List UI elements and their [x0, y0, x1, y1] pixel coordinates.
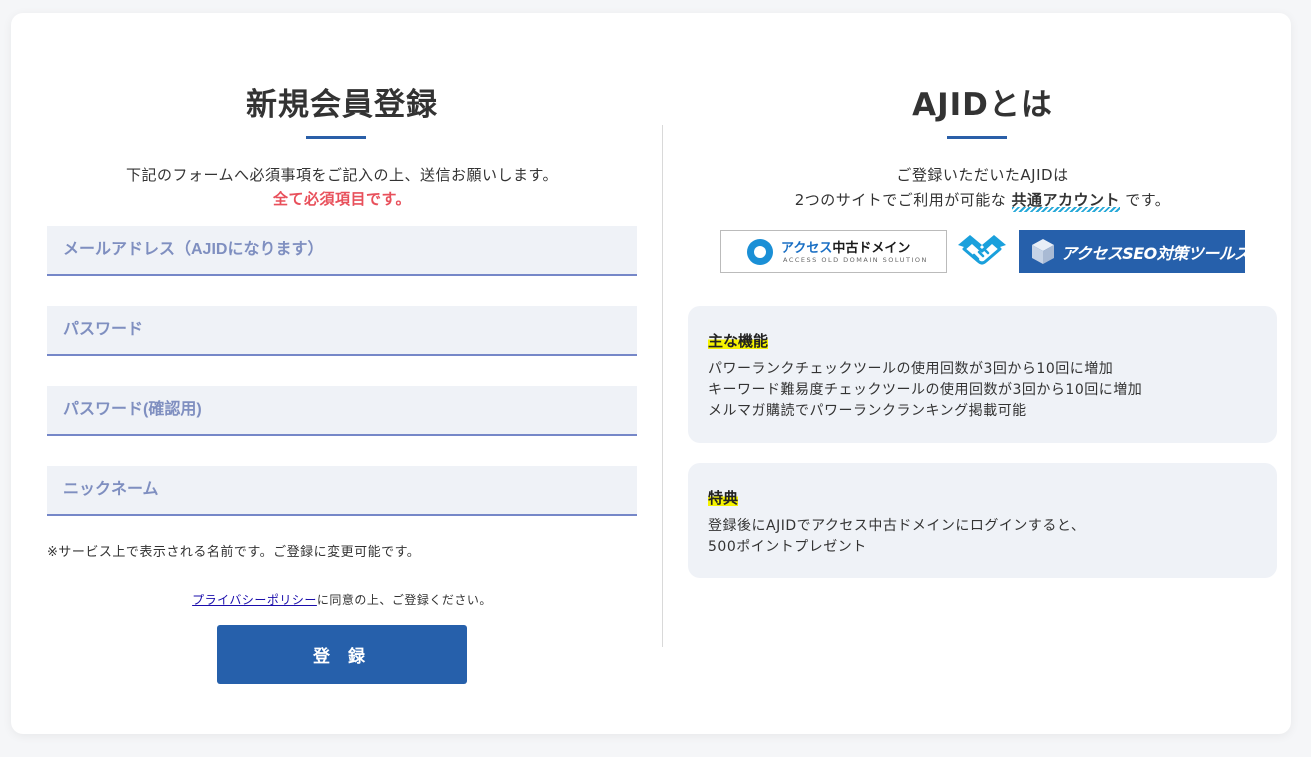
access-old-domain-logo: アクセス中古ドメイン ACCESS OLD DOMAIN SOLUTION [720, 230, 947, 273]
aod-logo-name-blue: アクセス [781, 241, 833, 256]
email-field-wrapper [47, 226, 637, 276]
access-seo-tools-logo: アクセスSEO対策ツールズ [1019, 230, 1250, 273]
ajid-intro-line1: ご登録いただいたAJIDは [896, 166, 1069, 184]
nickname-note: ※サービス上で表示される名前です。ご登録に変更可能です。 [47, 545, 421, 560]
cube-icon [1032, 239, 1054, 264]
registration-card: 新規会員登録 下記のフォームへ必須事項をご記入の上、送信お願いします。 全て必須… [11, 13, 1291, 734]
ajid-title: AJIDとは [912, 87, 1053, 123]
nickname-field-wrapper [47, 466, 637, 516]
feature-item: パワーランクチェックツールの使用回数が3回から10回に増加 [708, 361, 1114, 377]
password-field-wrapper [47, 306, 637, 356]
partner-logos: アクセス中古ドメイン ACCESS OLD DOMAIN SOLUTION アク… [720, 230, 1250, 273]
aod-logo-name: アクセス中古ドメイン [781, 237, 910, 256]
register-button[interactable]: 登 録 [217, 625, 467, 684]
register-title: 新規会員登録 [246, 87, 438, 123]
seo-logo-name: アクセスSEO対策ツールズ [1061, 244, 1250, 263]
email-field[interactable] [47, 226, 637, 274]
aod-mark-icon [747, 239, 773, 265]
shared-account-highlight: 共通アカウント [1011, 191, 1121, 212]
privacy-consent-text: に同意の上、ご登録ください。 [316, 593, 492, 607]
ajid-intro-line2: 2つのサイトでご利用が可能な 共通アカウント です。 [688, 188, 1277, 213]
nickname-field[interactable] [47, 466, 637, 514]
password-confirm-field[interactable] [47, 386, 637, 434]
feature-item: キーワード難易度チェックツールの使用回数が3回から10回に増加 [708, 382, 1143, 398]
ajid-title-underline [947, 136, 1007, 139]
privacy-consent: プライバシーポリシーに同意の上、ご登録ください。 [47, 591, 637, 608]
required-note: 全て必須項目です。 [272, 190, 411, 208]
aod-logo-name-black: 中古ドメイン [832, 241, 911, 256]
column-divider [662, 125, 663, 647]
aod-logo-subtitle: ACCESS OLD DOMAIN SOLUTION [783, 256, 928, 264]
perks-title: 特典 [708, 487, 739, 508]
perk-item: 500ポイントプレゼント [708, 539, 867, 555]
ajid-intro-text: 2つのサイトでご利用が可能な [794, 191, 1012, 209]
handshake-icon [958, 235, 1006, 265]
password-field[interactable] [47, 306, 637, 354]
ajid-intro-suffix: です。 [1120, 191, 1171, 209]
features-box: 主な機能 パワーランクチェックツールの使用回数が3回から10回に増加 キーワード… [688, 306, 1277, 443]
perks-box: 特典 登録後にAJIDでアクセス中古ドメインにログインすると、 500ポイントプ… [688, 463, 1277, 578]
password-confirm-field-wrapper [47, 386, 637, 436]
intro-text: 下記のフォームへ必須事項をご記入の上、送信お願いします。 [125, 166, 559, 184]
features-title: 主な機能 [708, 330, 769, 351]
ajid-intro: ご登録いただいたAJIDは 2つのサイトでご利用が可能な 共通アカウント です。 [688, 163, 1277, 213]
register-intro: 下記のフォームへ必須事項をご記入の上、送信お願いします。 全て必須項目です。 [47, 163, 637, 211]
privacy-policy-link[interactable]: プライバシーポリシー [192, 593, 317, 607]
feature-item: メルマガ購読でパワーランクランキング掲載可能 [708, 403, 1027, 419]
title-underline [306, 136, 366, 139]
perk-item: 登録後にAJIDでアクセス中古ドメインにログインすると、 [708, 518, 1086, 534]
